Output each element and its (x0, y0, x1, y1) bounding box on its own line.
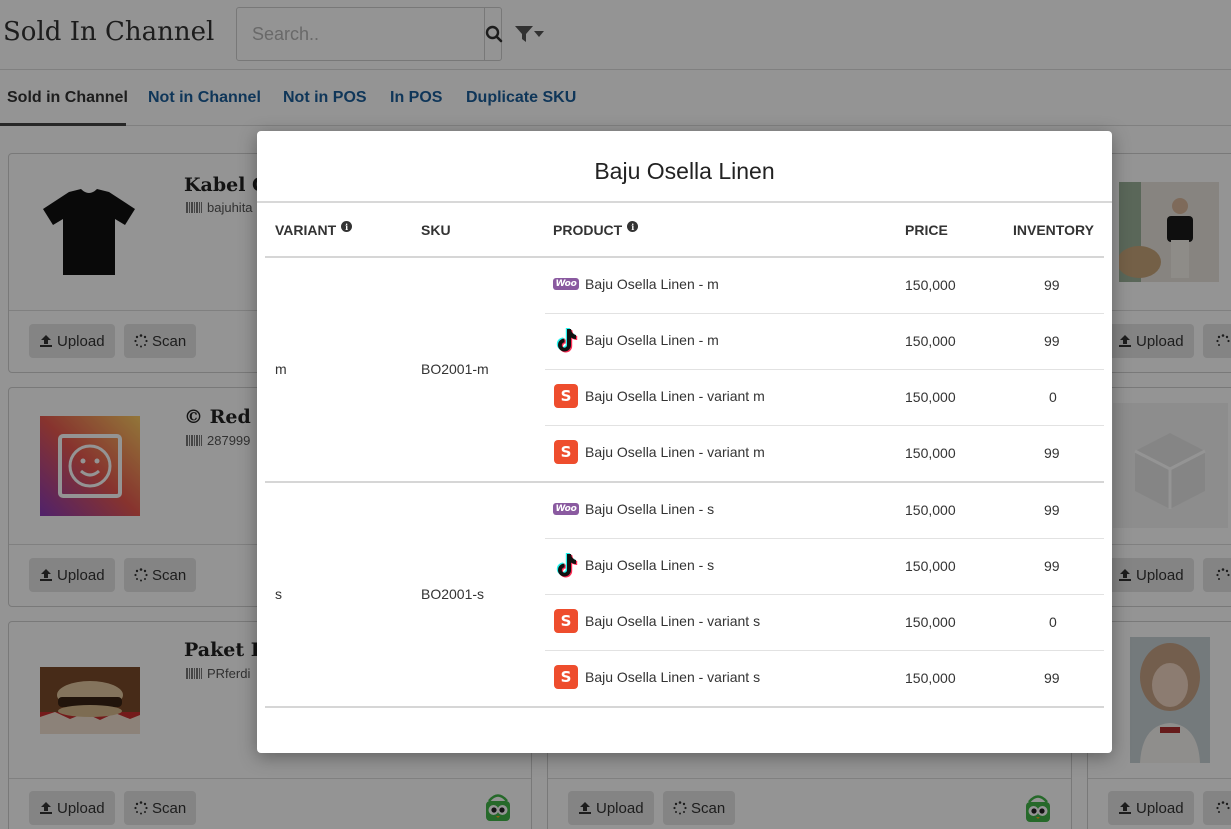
sku-cell: BO2001-m (421, 361, 489, 377)
modal-title: Baju Osella Linen (594, 158, 775, 184)
shopee-logo: S (554, 440, 578, 464)
product-name: Baju Osella Linen - variant s (585, 669, 761, 685)
row-divider (545, 538, 1104, 539)
inventory-cell: 0 (1049, 614, 1057, 630)
product-cell: S Baju Osella Linen - variant m (553, 439, 765, 465)
info-icon[interactable]: i (627, 221, 639, 232)
column-header-inventory: INVENTORY (1013, 222, 1094, 238)
product-cell: S Baju Osella Linen - variant s (553, 608, 760, 634)
woocommerce-icon: Woo (552, 271, 580, 297)
inventory-cell: 99 (1044, 333, 1060, 349)
inventory-cell: 99 (1044, 445, 1060, 461)
column-header-price: PRICE (905, 222, 948, 238)
column-header-sku: SKU (421, 222, 451, 238)
product-name: Baju Osella Linen - s (585, 501, 715, 517)
inventory-cell: 99 (1044, 277, 1060, 293)
variant-detail-modal: Baju Osella Linen VARIANT i SKU PRODUCT i … (257, 131, 1112, 753)
row-divider (545, 650, 1104, 651)
price-cell: 150,000 (905, 277, 956, 293)
price-cell: 150,000 (905, 502, 956, 518)
tiktok-icon (553, 552, 579, 578)
inventory-cell: 0 (1049, 389, 1057, 405)
shopee-icon: S (553, 608, 579, 634)
shopee-logo: S (554, 665, 578, 689)
variant-cell: m (275, 361, 287, 377)
group-divider (265, 481, 1104, 483)
woocommerce-logo: Woo (552, 278, 580, 290)
inventory-cell: 99 (1044, 558, 1060, 574)
modal-title-divider (257, 201, 1112, 203)
column-header-variant: VARIANT i (275, 221, 353, 238)
product-name: Baju Osella Linen - s (585, 557, 715, 573)
info-icon[interactable]: i (341, 221, 353, 232)
price-cell: 150,000 (905, 558, 956, 574)
inventory-cell: 99 (1044, 670, 1060, 686)
column-header-variant-label: VARIANT (275, 222, 337, 238)
product-name: Baju Osella Linen - variant m (585, 444, 765, 460)
product-name: Baju Osella Linen - m (585, 276, 719, 292)
product-name: Baju Osella Linen - variant s (585, 613, 761, 629)
shopee-icon: S (553, 383, 579, 409)
sku-cell: BO2001-s (421, 586, 485, 602)
shopee-logo: S (554, 384, 578, 408)
product-cell: S Baju Osella Linen - variant s (553, 664, 760, 690)
product-name: Baju Osella Linen - m (585, 332, 719, 348)
price-cell: 150,000 (905, 670, 956, 686)
price-cell: 150,000 (905, 445, 956, 461)
table-bottom-divider (265, 706, 1104, 708)
woocommerce-logo: Woo (552, 503, 580, 515)
woocommerce-icon: Woo (552, 496, 580, 522)
product-cell: Baju Osella Linen - s (553, 552, 714, 578)
row-divider (545, 313, 1104, 314)
header-divider (265, 256, 1104, 258)
tiktok-icon (553, 327, 579, 353)
product-cell: S Baju Osella Linen - variant m (553, 383, 765, 409)
column-header-product: PRODUCT i (553, 221, 639, 238)
price-cell: 150,000 (905, 333, 956, 349)
variant-cell: s (275, 586, 282, 602)
row-divider (545, 369, 1104, 370)
price-cell: 150,000 (905, 614, 956, 630)
product-cell: Woo Baju Osella Linen - s (552, 496, 715, 522)
shopee-icon: S (553, 439, 579, 465)
product-cell: Baju Osella Linen - m (553, 327, 719, 353)
shopee-icon: S (553, 664, 579, 690)
product-cell: Woo Baju Osella Linen - m (552, 271, 719, 297)
price-cell: 150,000 (905, 389, 956, 405)
product-name: Baju Osella Linen - variant m (585, 388, 765, 404)
row-divider (545, 594, 1104, 595)
shopee-logo: S (554, 609, 578, 633)
row-divider (545, 425, 1104, 426)
column-header-product-label: PRODUCT (553, 222, 623, 238)
inventory-cell: 99 (1044, 502, 1060, 518)
